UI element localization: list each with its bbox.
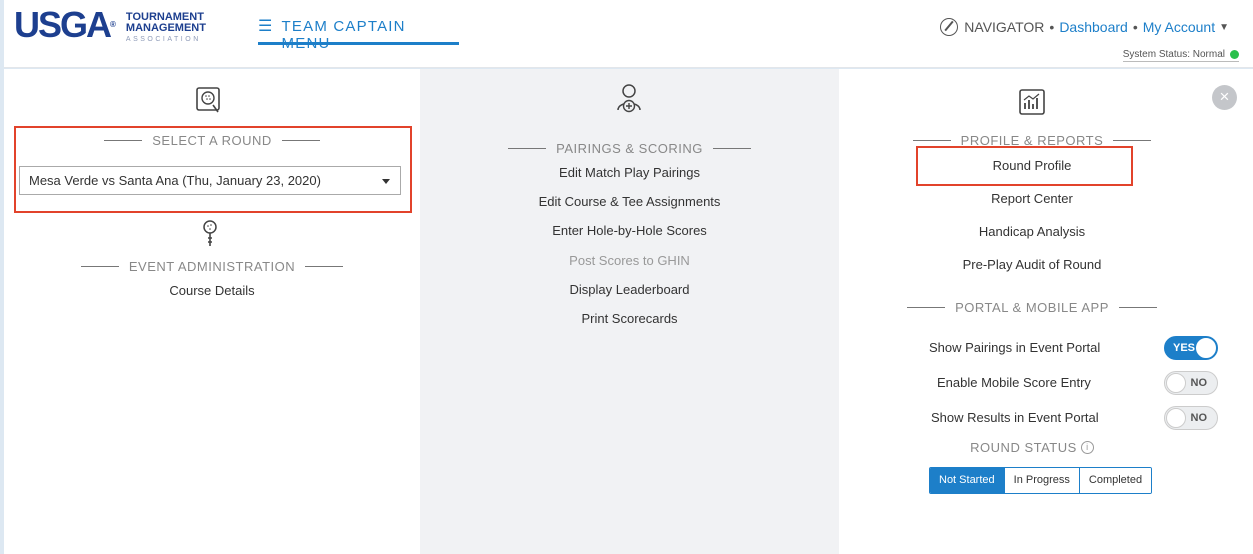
show-pairings-toggle[interactable]: YES — [1164, 336, 1218, 360]
enter-hole-by-hole-scores-link[interactable]: Enter Hole-by-Hole Scores — [420, 223, 839, 238]
logo-subtext: TOURNAMENT MANAGEMENT ASSOCIATION — [126, 12, 206, 45]
divider — [305, 266, 344, 267]
right-column: × PROFILE & REPORTS Round Profile Report… — [839, 69, 1253, 554]
course-details-link[interactable]: Course Details — [4, 283, 420, 298]
toggle-knob — [1196, 338, 1216, 358]
print-scorecards-link[interactable]: Print Scorecards — [420, 311, 839, 326]
team-captain-menu-button[interactable]: ☰ TEAM CAPTAIN MENU — [258, 18, 459, 52]
divider — [1118, 307, 1157, 308]
portal-mobile-app-title: PORTAL & MOBILE APP — [839, 300, 1225, 315]
toggle-row-show-results: Show Results in Event Portal NO — [929, 406, 1219, 430]
toggle-value: NO — [1190, 412, 1208, 424]
select-round-title: SELECT A ROUND — [4, 133, 420, 148]
divider — [912, 140, 951, 141]
navigator-label: NAVIGATOR — [964, 19, 1045, 35]
toggle-row-show-pairings: Show Pairings in Event Portal YES — [929, 336, 1219, 360]
pre-play-audit-link[interactable]: Pre-Play Audit of Round — [839, 257, 1225, 272]
round-status-title: ROUND STATUS i — [839, 440, 1225, 455]
edit-course-tee-assignments-link[interactable]: Edit Course & Tee Assignments — [420, 194, 839, 209]
compass-icon — [940, 18, 959, 36]
divider — [104, 140, 143, 141]
status-completed[interactable]: Completed — [1079, 468, 1152, 493]
post-scores-to-ghin-link: Post Scores to GHIN — [569, 253, 690, 268]
top-nav: NAVIGATOR • Dashboard • My Account ▼ — [940, 18, 1229, 36]
caret-down-icon[interactable]: ▼ — [1219, 22, 1229, 33]
pairings-scoring-title: PAIRINGS & SCORING — [420, 141, 839, 156]
divider — [508, 148, 547, 149]
divider — [80, 266, 119, 267]
edit-match-play-pairings-link[interactable]: Edit Match Play Pairings — [420, 165, 839, 180]
toggle-knob — [1166, 408, 1186, 428]
toggle-value: YES — [1173, 342, 1196, 354]
round-select[interactable]: Mesa Verde vs Santa Ana (Thu, January 23… — [19, 166, 401, 195]
logo-line2: MANAGEMENT — [125, 22, 206, 34]
golf-tee-icon — [202, 220, 218, 253]
toggle-label: Enable Mobile Score Entry — [937, 375, 1091, 390]
close-icon[interactable]: × — [1212, 85, 1237, 110]
status-ok-indicator — [1230, 50, 1239, 59]
round-profile-link[interactable]: Round Profile — [839, 158, 1225, 173]
select-round-label: SELECT A ROUND — [152, 133, 272, 148]
status-in-progress[interactable]: In Progress — [1004, 468, 1080, 493]
system-status[interactable]: System Status: Normal — [1122, 49, 1239, 62]
toggle-label: Show Results in Event Portal — [931, 410, 1099, 425]
menu-label: TEAM CAPTAIN MENU — [281, 18, 406, 52]
portal-mobile-app-label: PORTAL & MOBILE APP — [955, 300, 1109, 315]
divider — [1113, 140, 1152, 141]
display-leaderboard-link[interactable]: Display Leaderboard — [420, 282, 839, 297]
my-account-link[interactable]: My Account — [1143, 19, 1215, 35]
event-administration-label: EVENT ADMINISTRATION — [128, 259, 296, 274]
pairings-scoring-label: PAIRINGS & SCORING — [556, 141, 703, 156]
chevron-down-icon — [382, 179, 390, 184]
golf-ball-search-icon — [196, 87, 220, 118]
mobile-score-entry-toggle[interactable]: NO — [1164, 371, 1218, 395]
round-status-selector: Not Started In Progress Completed — [929, 467, 1153, 494]
left-column: SELECT A ROUND Mesa Verde vs Santa Ana (… — [4, 69, 420, 554]
separator-dot: • — [1132, 19, 1138, 35]
round-status-label: ROUND STATUS — [970, 440, 1077, 455]
system-status-text: System Status: Normal — [1122, 49, 1225, 60]
top-header: USGA® TOURNAMENT MANAGEMENT ASSOCIATION … — [4, 0, 1253, 68]
divider — [281, 140, 320, 141]
toggle-value: NO — [1190, 377, 1208, 389]
dashboard-link[interactable]: Dashboard — [1059, 19, 1128, 35]
divider — [712, 148, 751, 149]
toggle-knob — [1166, 373, 1186, 393]
handicap-analysis-link[interactable]: Handicap Analysis — [839, 224, 1225, 239]
logo-line3: ASSOCIATION — [125, 36, 201, 43]
logo-usga-text: USGA® — [14, 4, 116, 45]
toggle-label: Show Pairings in Event Portal — [929, 340, 1101, 355]
hamburger-icon: ☰ — [258, 18, 274, 35]
toggle-row-mobile-score-entry: Enable Mobile Score Entry NO — [929, 371, 1219, 395]
show-results-toggle[interactable]: NO — [1164, 406, 1218, 430]
divider — [907, 307, 946, 308]
report-center-link[interactable]: Report Center — [839, 191, 1225, 206]
event-administration-title: EVENT ADMINISTRATION — [4, 259, 420, 274]
add-player-icon — [616, 83, 642, 118]
status-not-started[interactable]: Not Started — [930, 468, 1005, 493]
report-chart-icon — [1019, 89, 1045, 120]
info-icon[interactable]: i — [1080, 441, 1094, 454]
middle-column: PAIRINGS & SCORING Edit Match Play Pairi… — [420, 69, 839, 554]
usga-logo[interactable]: USGA® TOURNAMENT MANAGEMENT ASSOCIATION — [14, 4, 206, 45]
separator-dot: • — [1049, 19, 1055, 35]
round-select-value: Mesa Verde vs Santa Ana (Thu, January 23… — [29, 173, 321, 188]
